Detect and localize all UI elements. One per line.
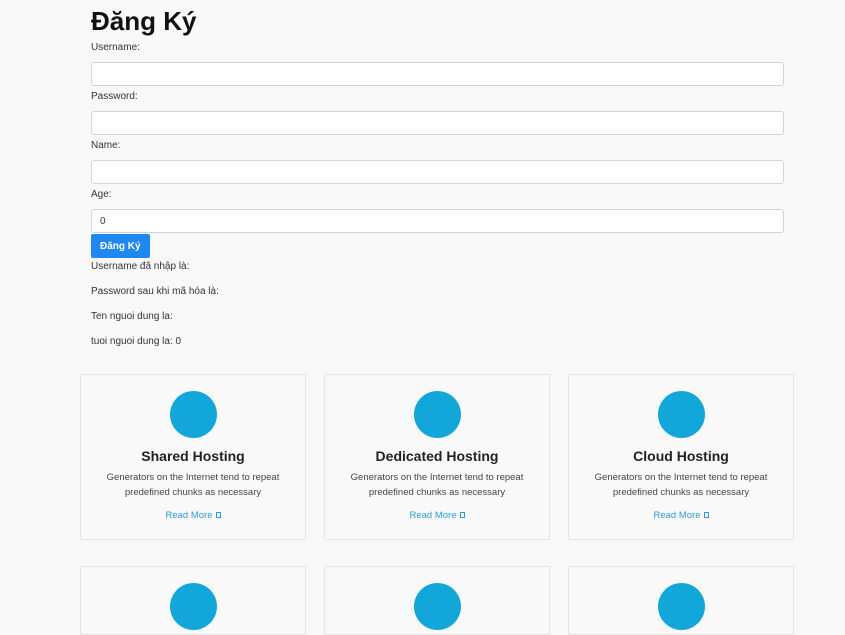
card-dedicated-hosting: Dedicated Hosting Generators on the Inte… [324,374,550,540]
password-input[interactable] [91,111,784,135]
card-description-line: Generators on the Internet tend to repea… [106,472,280,483]
card-description-line: predefined chunks as necessary [124,487,262,498]
card-description-line: Generators on the Internet tend to repea… [594,472,768,483]
card-description: Generators on the Internet tend to repea… [98,470,288,500]
arrow-icon [459,512,465,519]
circle-icon [169,391,217,438]
name-label: Name: [91,140,121,151]
username-label: Username: [91,42,140,53]
card-description-line: predefined chunks as necessary [368,487,506,498]
card-title: Shared Hosting [141,448,245,464]
read-more-link[interactable]: Read More [410,510,465,521]
circle-icon [169,583,217,630]
name-input[interactable] [91,160,784,184]
card-description: Generators on the Internet tend to repea… [586,470,776,500]
read-more-link[interactable]: Read More [654,510,709,521]
read-more-label: Read More [409,510,457,521]
results: Username đã nhập là: Password sau khi mã… [91,261,784,348]
arrow-icon [703,512,709,519]
read-more-label: Read More [653,510,701,521]
card-partial [80,566,306,635]
card-description: Generators on the Internet tend to repea… [342,470,532,500]
circle-icon [413,583,461,630]
card-cloud-hosting: Cloud Hosting Generators on the Internet… [568,374,794,540]
age-input[interactable] [91,209,784,233]
register-form: Đăng Ký Username: Password: Name: Age: Đ… [91,0,784,348]
result-name: Ten nguoi dung la: [91,311,173,322]
username-input[interactable] [91,62,784,86]
password-label: Password: [91,91,138,102]
result-username: Username đã nhập là: [91,261,190,272]
card-title: Dedicated Hosting [375,448,499,464]
card-description-line: Generators on the Internet tend to repea… [350,472,524,483]
register-button[interactable]: Đăng Ký [91,234,150,258]
card-partial [324,566,550,635]
page-title: Đăng Ký [91,6,197,36]
read-more-label: Read More [165,510,213,521]
circle-icon [657,391,705,438]
result-age: tuoi nguoi dung la: 0 [91,336,182,347]
card-shared-hosting: Shared Hosting Generators on the Interne… [80,374,306,540]
circle-icon [413,391,461,438]
card-title: Cloud Hosting [633,448,729,464]
card-partial [568,566,794,635]
read-more-link[interactable]: Read More [166,510,221,521]
arrow-icon [215,512,221,519]
circle-icon [657,583,705,630]
age-label: Age: [91,189,112,200]
result-password: Password sau khi mã hóa là: [91,286,219,297]
card-description-line: predefined chunks as necessary [612,487,750,498]
